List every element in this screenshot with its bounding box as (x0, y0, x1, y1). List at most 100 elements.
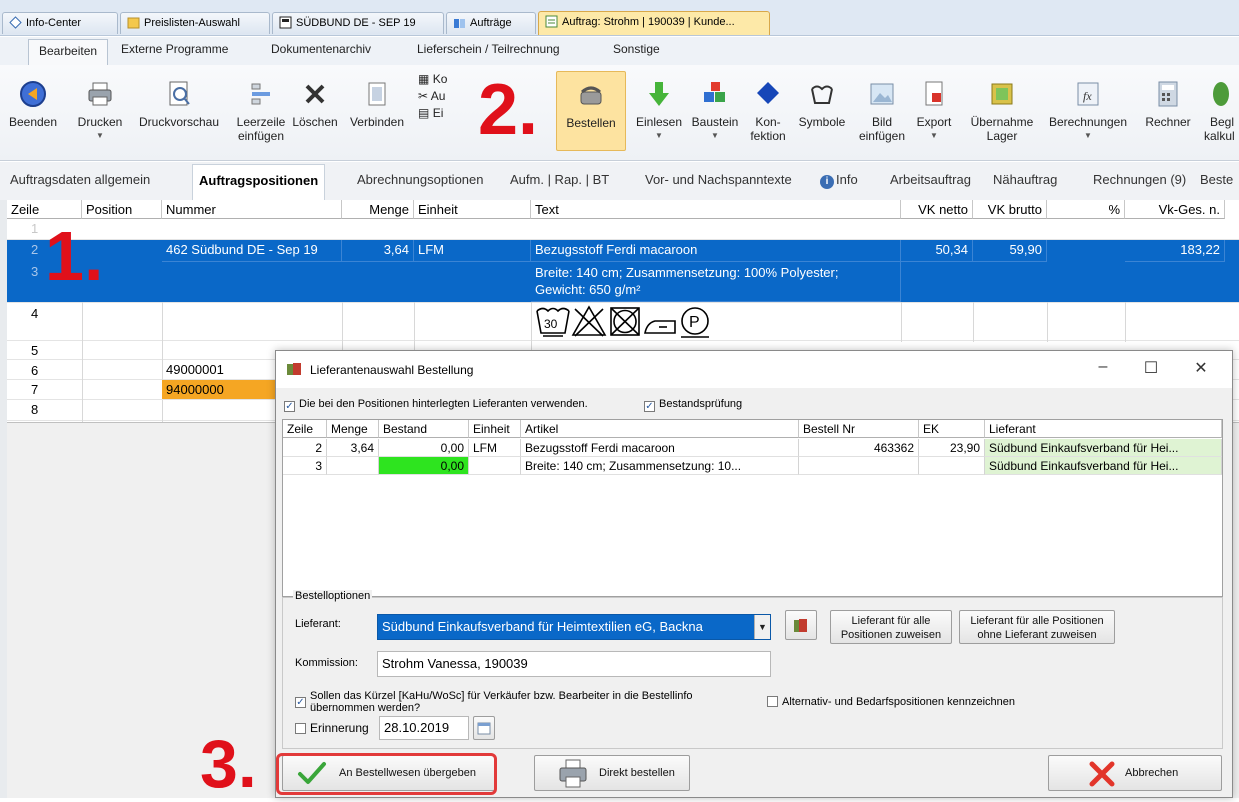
begleitkalkulation-button[interactable]: Begl kalkul (1200, 79, 1239, 143)
column-header-zeile[interactable]: Zeile (283, 420, 327, 438)
tab-auftragsdaten-allgemein[interactable]: Auftragsdaten allgemein (10, 172, 150, 187)
assign-supplier-all-positions-button[interactable]: Lieferant für alle Positionen zuweisen (830, 610, 952, 644)
direkt-bestellen-button[interactable]: Direkt bestellen (534, 755, 690, 791)
column-header-bestell-nr[interactable]: Bestell Nr (799, 420, 919, 438)
baustein-button[interactable]: Baustein ▼ (688, 79, 742, 143)
ribbon-tab-bearbeiten[interactable]: Bearbeiten (28, 39, 109, 66)
column-header-einheit[interactable]: Einheit (414, 200, 531, 219)
ribbon-tab-dokumentenarchiv[interactable]: Dokumentenarchiv (271, 42, 371, 56)
cell-einheit[interactable] (469, 457, 521, 475)
cell-zeile[interactable]: 2 (283, 439, 327, 457)
tab-aufm-rap-bt[interactable]: Aufm. | Rap. | BT (510, 172, 609, 187)
alternativ-bedarf-checkbox[interactable]: Alternativ- und Bedarfspositionen kennze… (767, 696, 1015, 708)
cell-vk-brutto[interactable]: 59,90 (973, 240, 1047, 262)
assign-supplier-unassigned-button[interactable]: Lieferant für alle Positionen ohne Liefe… (959, 610, 1115, 644)
cell-bestell-nr[interactable]: 463362 (799, 439, 919, 457)
symbole-button[interactable]: Symbole (794, 79, 850, 129)
column-header-menge[interactable]: Menge (342, 200, 414, 219)
chevron-down-icon[interactable]: ▼ (754, 615, 770, 639)
loeschen-button[interactable]: Löschen (290, 79, 340, 129)
cell-menge[interactable]: 3,64 (342, 240, 414, 262)
cell-zeile[interactable]: 3 (283, 457, 327, 475)
column-header-nummer[interactable]: Nummer (162, 200, 342, 219)
lieferant-select[interactable]: Südbund Einkaufsverband für Heimtextilie… (377, 614, 771, 640)
rechner-button[interactable]: Rechner (1140, 79, 1196, 129)
column-header-menge[interactable]: Menge (327, 420, 379, 438)
cell-artikel[interactable]: Bezugsstoff Ferdi macaroon (521, 439, 799, 457)
tab-info[interactable]: i Info (820, 172, 858, 189)
cell-bestell-nr[interactable] (799, 457, 919, 475)
tab-naehauftrag[interactable]: Nähauftrag (993, 172, 1057, 187)
ko-button[interactable]: ▦ Ko (418, 72, 447, 86)
drucken-button[interactable]: Drucken ▼ (72, 79, 128, 143)
cell-bestand-highlighted[interactable]: 0,00 (379, 457, 469, 475)
kuerzel-checkbox[interactable]: ✓Sollen das Kürzel [KaHu/WoSc] für Verkä… (295, 690, 693, 714)
abbrechen-button[interactable]: Abbrechen (1048, 755, 1222, 791)
bild-einfuegen-button[interactable]: Bild einfügen (854, 79, 910, 143)
column-header-percent[interactable]: % (1047, 200, 1125, 219)
cell-vk-ges[interactable]: 183,22 (1125, 240, 1225, 262)
leerzeile-einfuegen-button[interactable]: Leerzeile einfügen (230, 79, 292, 143)
column-header-bestand[interactable]: Bestand (379, 420, 469, 438)
au-button[interactable]: ✂ Au (418, 89, 445, 103)
tab-bestellungen[interactable]: Beste (1200, 172, 1233, 187)
tab-arbeitsauftrag[interactable]: Arbeitsauftrag (890, 172, 971, 187)
column-header-ek[interactable]: EK (919, 420, 985, 438)
minimize-icon[interactable]: – (1088, 358, 1118, 380)
verbinden-button[interactable]: Verbinden (344, 79, 410, 129)
cell-nummer[interactable]: 49000001 (162, 360, 282, 380)
cell-ek[interactable]: 23,90 (919, 439, 985, 457)
calendar-button[interactable] (473, 716, 495, 740)
cell-menge[interactable] (327, 457, 379, 475)
column-header-vk-netto[interactable]: VK netto (901, 200, 973, 219)
ribbon-tab-externe-programme[interactable]: Externe Programme (121, 42, 228, 56)
uebernahme-lager-button[interactable]: Übernahme Lager (962, 79, 1042, 143)
cell-einheit[interactable]: LFM (469, 439, 521, 457)
doc-tab-suedbund[interactable]: SÜDBUND DE - SEP 19 (272, 12, 444, 34)
cell-vk-netto[interactable]: 50,34 (901, 240, 973, 262)
cell-artikel[interactable]: Breite: 140 cm; Zusammensetzung: 10... (521, 457, 799, 475)
doc-tab-preislisten[interactable]: Preislisten-Auswahl (120, 12, 270, 34)
doc-tab-auftrag-strohm[interactable]: Auftrag: Strohm | 190039 | Kunde... (538, 11, 770, 35)
bestandspruefung-checkbox[interactable]: ✓ Bestandsprüfung (644, 398, 742, 412)
konfektion-button[interactable]: Kon- fektion (746, 79, 790, 143)
berechnungen-button[interactable]: fx Berechnungen ▼ (1040, 79, 1136, 143)
export-button[interactable]: Export ▼ (912, 79, 956, 143)
cell-text[interactable]: Bezugsstoff Ferdi macaroon (531, 240, 901, 262)
column-header-vk-ges[interactable]: Vk-Ges. n. (1125, 200, 1225, 219)
cell-einheit[interactable]: LFM (414, 240, 531, 262)
einlesen-button[interactable]: Einlesen ▼ (632, 79, 686, 143)
maximize-icon[interactable]: ☐ (1136, 358, 1166, 380)
ribbon-tab-sonstige[interactable]: Sonstige (613, 42, 660, 56)
cell-ek[interactable] (919, 457, 985, 475)
column-header-text[interactable]: Text (531, 200, 901, 219)
doc-tab-info-center[interactable]: Info-Center (2, 12, 118, 34)
cell-lieferant[interactable]: Südbund Einkaufsverband für Hei... (985, 457, 1222, 475)
tab-auftragspositionen[interactable]: Auftragspositionen (192, 164, 326, 200)
tab-rechnungen[interactable]: Rechnungen (9) (1093, 172, 1186, 187)
erinnerung-checkbox[interactable]: Erinnerung (295, 721, 369, 735)
ei-button[interactable]: ▤ Ei (418, 106, 443, 120)
bestellen-button[interactable]: Bestellen (556, 71, 626, 151)
doc-tab-auftraege[interactable]: Aufträge (446, 12, 536, 34)
beenden-button[interactable]: Beenden (6, 79, 60, 129)
erinnerung-date-input[interactable]: 28.10.2019 (379, 716, 469, 740)
cell-nummer-highlighted[interactable]: 94000000 (162, 380, 282, 400)
use-position-suppliers-checkbox[interactable]: ✓ Die bei den Positionen hinterlegten Lie… (284, 398, 588, 412)
cell-text-multiline[interactable]: Breite: 140 cm; Zusammensetzung: 100% Po… (531, 262, 901, 302)
column-header-einheit[interactable]: Einheit (469, 420, 521, 438)
druckvorschau-button[interactable]: Druckvorschau (132, 79, 226, 129)
supplier-lookup-button[interactable] (785, 610, 817, 640)
column-header-artikel[interactable]: Artikel (521, 420, 799, 438)
cell-menge[interactable]: 3,64 (327, 439, 379, 457)
close-icon[interactable]: ✕ (1186, 358, 1216, 380)
ribbon-tab-lieferschein[interactable]: Lieferschein / Teilrechnung (417, 42, 560, 56)
tab-abrechnungsoptionen[interactable]: Abrechnungsoptionen (357, 172, 484, 187)
cell-bestand[interactable]: 0,00 (379, 439, 469, 457)
tab-vor-nachspanntexte[interactable]: Vor- und Nachspanntexte (645, 172, 792, 187)
cell-nummer[interactable]: 462 Südbund DE - Sep 19 (162, 240, 342, 262)
column-header-vk-brutto[interactable]: VK brutto (973, 200, 1047, 219)
column-header-lieferant[interactable]: Lieferant (985, 420, 1222, 438)
cell-lieferant[interactable]: Südbund Einkaufsverband für Hei... (985, 439, 1222, 457)
kommission-input[interactable]: Strohm Vanessa, 190039 (377, 651, 771, 677)
